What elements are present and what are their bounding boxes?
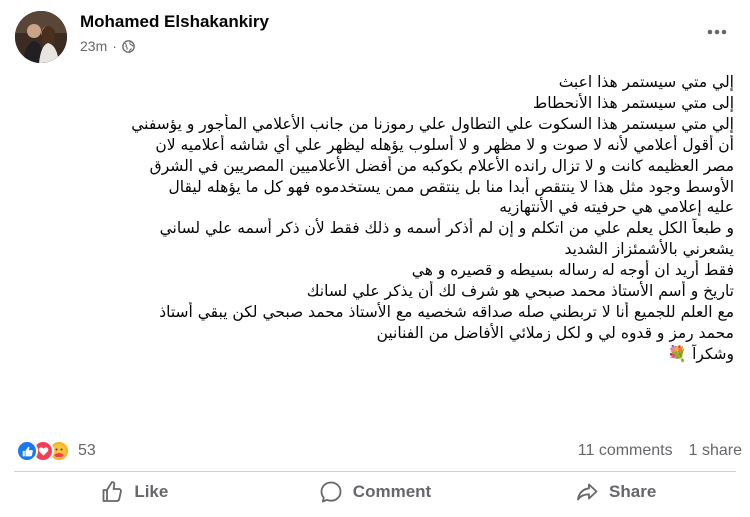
post-time[interactable]: 23m [80, 38, 107, 54]
post-line: إلي متي سيستمر هذا السكوت علي التطاول عل… [131, 114, 734, 133]
reactions-summary[interactable]: 53 [16, 440, 96, 462]
comments-count[interactable]: 11 comments [578, 442, 673, 460]
comment-icon [320, 481, 342, 503]
post-line: الأوسط وجود مثل هذا لا ينتقص أبدا منا بل… [168, 177, 734, 196]
post-line: عليه إعلامي هي حرفيته في الأنتهازيه [499, 198, 734, 217]
post-line: مع العلم للجميع أنا لا تربطني صله صداقه … [159, 302, 734, 321]
reaction-icons [16, 440, 70, 462]
globe-icon[interactable] [122, 39, 135, 53]
post-text: إلي متي سيستمر هذا اعبث إلى متي سيستمر ه… [18, 72, 734, 365]
like-icon [16, 440, 38, 462]
post-line: مصر العظيمه كانت و لا تزال رانده الأعلام… [149, 156, 734, 175]
like-button[interactable]: Like [14, 472, 255, 512]
post-line: محمد رمز و قدوه لي و لكل زملائي الأفاضل … [376, 323, 734, 342]
like-label: Like [134, 482, 169, 501]
author-avatar[interactable] [15, 11, 67, 63]
share-button[interactable]: Share [495, 472, 736, 512]
share-icon [577, 483, 598, 501]
engagement-counts: 11 comments 1 share [562, 442, 742, 460]
post-line: و طبعاً الكل يعلم علي من اتكلم و إن لم أ… [159, 219, 734, 238]
author-name[interactable]: Mohamed Elshakankiry [80, 12, 269, 32]
post-line: يشعرني بالأشمئزاز الشديد [564, 240, 734, 259]
meta-separator: · [112, 38, 117, 54]
shares-count[interactable]: 1 share [689, 442, 742, 460]
post-meta: 23m · [80, 38, 135, 54]
post-line: إلى متي سيستمر هذا الأنحطاط [532, 93, 734, 112]
post-line: إلي متي سيستمر هذا اعبث [558, 73, 734, 91]
thumbs-up-icon [102, 481, 123, 502]
post-line: وشكراً 💐 [667, 344, 734, 363]
avatar-photo [15, 11, 67, 63]
comment-label: Comment [352, 482, 432, 501]
post-line: تاريخ و أسم الأستاذ محمد صبحي هو شرف لك … [306, 282, 734, 301]
post-line: أن أقول أعلامي لأنه لا صوت و لا مظهر و ل… [155, 135, 734, 154]
post-header: Mohamed Elshakankiry 23m · [0, 0, 750, 66]
comment-button[interactable]: Comment [255, 472, 496, 512]
share-label: Share [609, 482, 657, 501]
action-bar: Like Comment Share [14, 472, 736, 512]
post-line: فقط أريد ان أوجه له رساله بسيطه و قصيره … [411, 261, 734, 280]
more-options-icon[interactable] [702, 22, 732, 42]
reaction-count: 53 [78, 442, 96, 459]
